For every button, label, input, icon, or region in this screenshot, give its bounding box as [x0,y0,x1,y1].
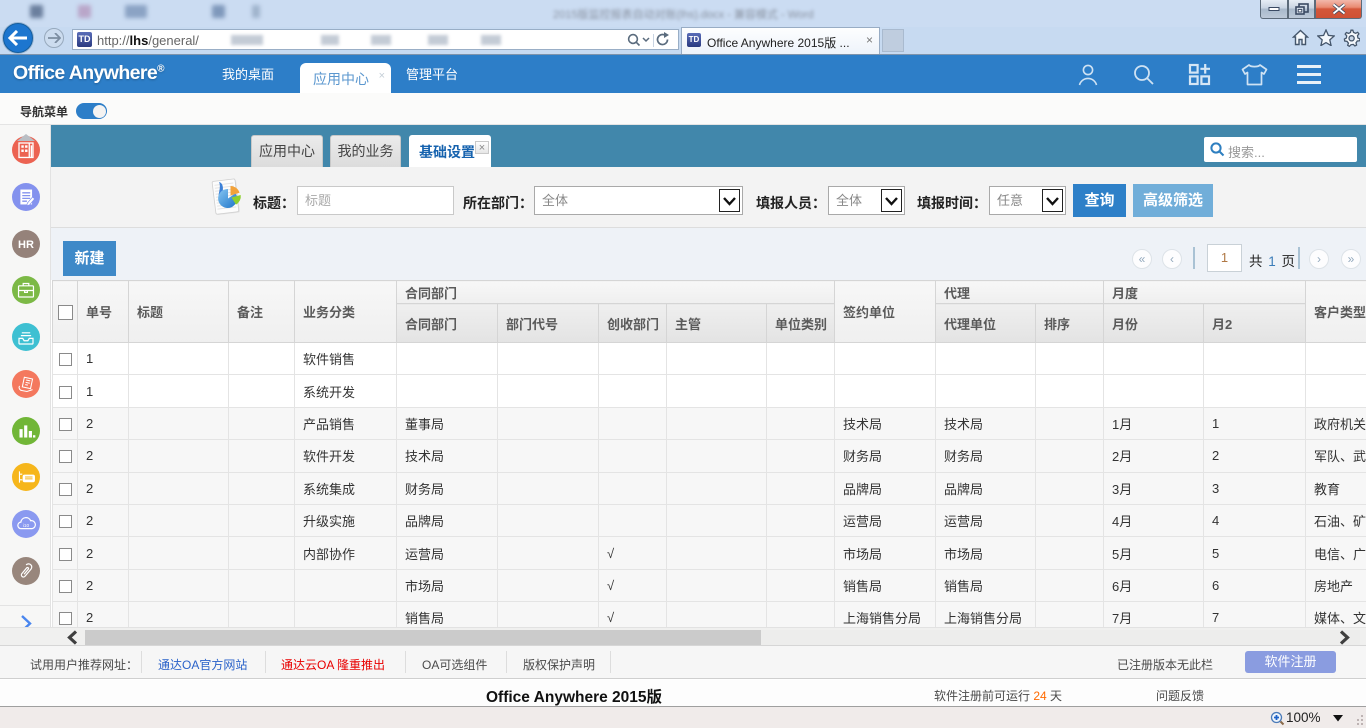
svg-text:i10: i10 [23,523,30,528]
